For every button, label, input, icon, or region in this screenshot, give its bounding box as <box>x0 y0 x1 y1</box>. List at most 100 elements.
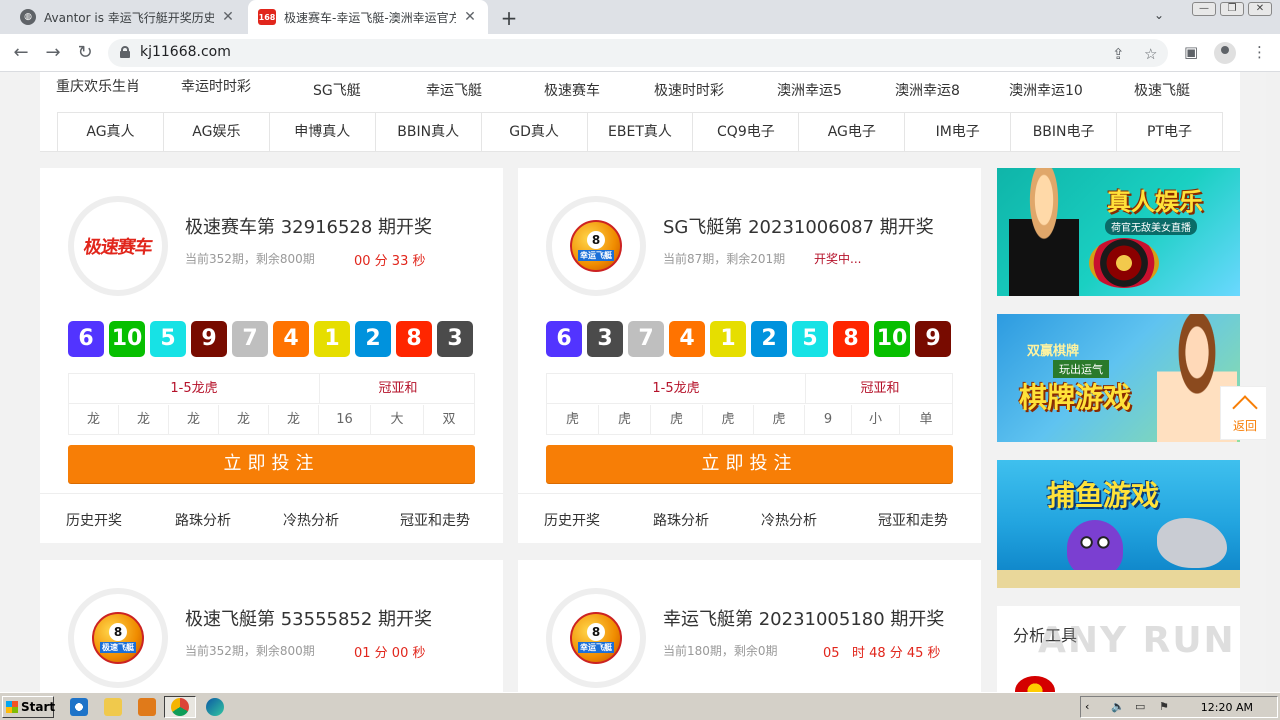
menu-item[interactable]: 重庆欢乐生肖 <box>56 76 140 96</box>
back-to-top-button[interactable]: 返回 <box>1220 386 1270 440</box>
system-tray: ‹ 🔈 ▭ ⚑ 12:20 AM <box>1080 696 1278 718</box>
result-ball: 1 <box>710 321 746 357</box>
browser-tab-2[interactable]: 168 极速赛车-幸运飞艇-澳洲幸运官方体 ✕ <box>248 0 488 34</box>
tool-logo[interactable] <box>1015 676 1055 692</box>
menu-item[interactable]: GD真人 <box>480 112 587 152</box>
result-balls: 6 3 7 4 1 2 5 8 10 9 <box>546 321 951 357</box>
result-balls: 6 10 5 9 7 4 1 2 8 3 <box>68 321 473 357</box>
windows-taskbar: Start ‹ 🔈 ▭ ⚑ 12:20 AM <box>0 692 1280 720</box>
history-link[interactable]: 历史开奖 <box>66 510 122 530</box>
maximize-button[interactable]: ❐ <box>1220 2 1244 16</box>
url-text[interactable]: kj11668.com <box>140 44 231 60</box>
new-tab-button[interactable]: + <box>498 6 520 30</box>
stats-header: 冠亚和 <box>860 381 900 396</box>
card-title[interactable]: SG飞艇第 20231006087 期开奖 <box>663 213 934 239</box>
back-arrow-icon[interactable]: ← <box>10 42 32 64</box>
countdown-timer: 00 分 33 秒 <box>354 254 426 269</box>
trend-link[interactable]: 路珠分析 <box>653 510 709 530</box>
chevron-down-icon[interactable]: ⌄ <box>1154 8 1164 22</box>
menu-item[interactable]: 澳洲幸运8 <box>895 80 960 100</box>
ie-icon[interactable] <box>70 698 88 716</box>
page-scrollbar[interactable] <box>1266 72 1280 692</box>
stats-cell: 16 <box>319 405 371 435</box>
folder-icon[interactable] <box>104 698 122 716</box>
menu-item[interactable]: PT电子 <box>1116 112 1223 152</box>
close-icon[interactable]: ✕ <box>462 9 478 25</box>
menu-item[interactable]: 申博真人 <box>268 112 375 152</box>
volume-icon[interactable]: 🔈 <box>1111 700 1125 713</box>
bet-now-button[interactable]: 立即投注 <box>68 445 475 483</box>
menu-item[interactable]: 极速飞艇 <box>1134 80 1190 100</box>
menu-item[interactable]: AG娱乐 <box>162 112 269 152</box>
bet-now-button[interactable]: 立即投注 <box>546 445 953 483</box>
page-viewport: 重庆欢乐生肖 幸运时时彩 SG飞艇 幸运飞艇 极速赛车 极速时时彩 澳洲幸运5 … <box>0 72 1280 692</box>
side-panel-icon[interactable]: ▣ <box>1184 43 1198 61</box>
clock: 12:20 AM <box>1200 701 1253 714</box>
menu-item[interactable]: BBIN电子 <box>1010 112 1117 152</box>
trend-link[interactable]: 路珠分析 <box>175 510 231 530</box>
live-casino-banner[interactable]: 真人娱乐 荷官无敌美女直播 <box>997 168 1240 296</box>
omnibox[interactable]: kj11668.com ⇪ ☆ <box>108 39 1168 67</box>
lottery-logo[interactable]: 8 极速飞艇 <box>68 588 168 688</box>
result-ball: 2 <box>751 321 787 357</box>
bookmark-star-icon[interactable]: ☆ <box>1144 45 1157 63</box>
fishing-games-banner[interactable]: 捕鱼游戏 <box>997 460 1240 588</box>
chevron-left-icon[interactable]: ‹ <box>1085 700 1089 713</box>
menu-item[interactable]: 幸运时时彩 <box>181 76 251 96</box>
menu-item[interactable]: 极速时时彩 <box>654 80 724 100</box>
stats-cell: 虎 <box>703 405 754 435</box>
menu-item[interactable]: 幸运飞艇 <box>426 80 482 100</box>
flag-icon[interactable]: ⚑ <box>1159 700 1169 713</box>
close-icon[interactable]: ✕ <box>220 9 236 25</box>
forward-arrow-icon[interactable]: → <box>42 42 64 64</box>
reload-icon[interactable]: ↻ <box>74 42 96 64</box>
menu-item[interactable]: SG飞艇 <box>313 80 361 100</box>
menu-item[interactable]: EBET真人 <box>586 112 693 152</box>
lock-icon <box>120 46 130 58</box>
result-ball: 10 <box>874 321 910 357</box>
hot-cold-link[interactable]: 冷热分析 <box>283 510 339 530</box>
menu-item[interactable]: 澳洲幸运5 <box>777 80 842 100</box>
sum-trend-link[interactable]: 冠亚和走势 <box>878 510 948 530</box>
period-info: 当前352期，剩余800期 <box>185 644 315 658</box>
menu-item[interactable]: AG真人 <box>57 112 163 152</box>
hot-cold-link[interactable]: 冷热分析 <box>761 510 817 530</box>
banner-title: 真人娱乐 <box>1107 188 1203 216</box>
close-window-button[interactable]: ✕ <box>1248 2 1272 16</box>
lottery-menu-row: 重庆欢乐生肖 幸运时时彩 SG飞艇 幸运飞艇 极速赛车 极速时时彩 澳洲幸运5 … <box>40 72 1240 104</box>
menu-item[interactable]: AG电子 <box>798 112 905 152</box>
stats-cell: 龙 <box>119 405 169 435</box>
lottery-logo[interactable]: 8 幸运飞艇 <box>546 588 646 688</box>
result-ball: 2 <box>355 321 391 357</box>
sum-trend-link[interactable]: 冠亚和走势 <box>400 510 470 530</box>
card-title[interactable]: 极速飞艇第 53555852 期开奖 <box>185 605 432 631</box>
card-title[interactable]: 幸运飞艇第 20231005180 期开奖 <box>663 605 944 631</box>
window-controls: — ❐ ✕ <box>1192 2 1272 16</box>
menu-item[interactable]: 澳洲幸运10 <box>1009 80 1083 100</box>
card-title[interactable]: 极速赛车第 32916528 期开奖 <box>185 213 432 239</box>
share-icon[interactable]: ⇪ <box>1112 45 1125 63</box>
start-button[interactable]: Start <box>2 696 55 718</box>
browser-tab-1[interactable]: ◍ Avantor is 幸运飞行艇开奖历史记录 ✕ <box>10 0 246 34</box>
media-player-icon[interactable] <box>138 698 156 716</box>
network-icon[interactable]: ▭ <box>1135 700 1145 713</box>
chrome-taskbar-button[interactable] <box>164 696 196 718</box>
lottery-logo[interactable]: 8 幸运飞艇 <box>546 196 646 296</box>
result-ball: 9 <box>191 321 227 357</box>
menu-item[interactable]: 极速赛车 <box>544 80 600 100</box>
history-link[interactable]: 历史开奖 <box>544 510 600 530</box>
edge-icon[interactable] <box>206 698 224 716</box>
lottery-logo[interactable]: 极速赛车 <box>68 196 168 296</box>
card-links: 历史开奖 路珠分析 冷热分析 冠亚和走势 <box>40 493 503 543</box>
stats-cell: 大 <box>371 405 424 435</box>
profile-avatar[interactable] <box>1214 42 1236 64</box>
chess-games-banner[interactable]: 双赢棋牌 玩出运气 棋牌游戏 <box>997 314 1240 442</box>
category-menu: 重庆欢乐生肖 幸运时时彩 SG飞艇 幸运飞艇 极速赛车 极速时时彩 澳洲幸运5 … <box>40 72 1240 152</box>
stats-cell: 虎 <box>599 405 651 435</box>
result-ball: 1 <box>314 321 350 357</box>
minimize-button[interactable]: — <box>1192 2 1216 16</box>
menu-item[interactable]: CQ9电子 <box>692 112 799 152</box>
menu-item[interactable]: IM电子 <box>904 112 1011 152</box>
menu-item[interactable]: BBIN真人 <box>374 112 481 152</box>
menu-kebab-icon[interactable]: ⋮ <box>1252 43 1267 61</box>
